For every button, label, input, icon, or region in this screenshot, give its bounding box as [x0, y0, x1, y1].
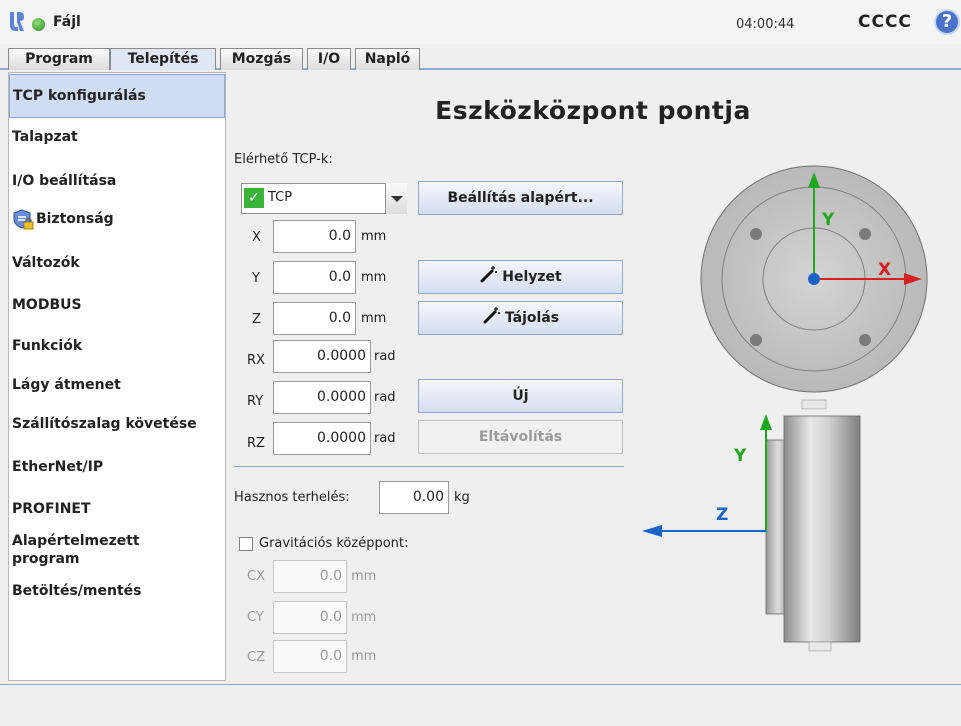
- top-bar: Fájl 04:00:44 CCCC ?: [0, 0, 961, 44]
- tcp-z-unit: mm: [361, 311, 387, 326]
- main-tabs: Program Telepítés Mozgás I/O Napló: [0, 48, 961, 70]
- sidebar-item-load-save[interactable]: Betöltés/mentés: [9, 583, 225, 599]
- payload-field[interactable]: 0.00: [379, 481, 449, 514]
- file-menu[interactable]: Fájl: [53, 14, 81, 30]
- tcp-select-value: TCP: [268, 190, 293, 205]
- tcp-x-field[interactable]: 0.0: [273, 220, 356, 253]
- sidebar-item-label: EtherNet/IP: [12, 459, 104, 475]
- tab-log[interactable]: Napló: [355, 48, 420, 70]
- position-button[interactable]: Helyzet: [418, 260, 623, 294]
- tcp-select[interactable]: ✓ TCP: [241, 183, 407, 214]
- sidebar-item-label: Biztonság: [36, 211, 114, 227]
- sidebar-item-smooth-transition[interactable]: Lágy átmenet: [9, 377, 225, 393]
- sidebar-item-conveyor-tracking[interactable]: Szállítószalag követése: [9, 416, 225, 432]
- cog-cx-unit: mm: [351, 569, 377, 584]
- cog-cx-field[interactable]: 0.0: [273, 560, 347, 593]
- cog-cz-field[interactable]: 0.0: [273, 640, 347, 673]
- sidebar-item-label: Szállítószalag követése: [12, 416, 197, 432]
- front-y-axis-label: Y: [821, 210, 835, 230]
- sidebar-item-label: I/O beállítása: [12, 173, 117, 189]
- section-divider: [234, 466, 624, 467]
- tcp-rz-field[interactable]: 0.0000: [273, 422, 371, 455]
- payload-label: Hasznos terhelés:: [234, 490, 350, 505]
- side-y-axis-label: Y: [733, 446, 747, 466]
- tcp-x-unit: mm: [361, 229, 387, 244]
- remove-tcp-button[interactable]: Eltávolítás: [418, 420, 623, 454]
- center-of-gravity-label: Gravitációs középpont:: [259, 536, 409, 551]
- sidebar-item-features[interactable]: Funkciók: [9, 338, 225, 354]
- cog-cy-label: CY: [247, 610, 264, 625]
- tcp-y-label: Y: [252, 271, 260, 286]
- tab-program[interactable]: Program: [8, 48, 110, 70]
- tcp-ry-label: RY: [247, 394, 264, 409]
- set-default-button[interactable]: Beállítás alapért...: [418, 181, 623, 215]
- sidebar-item-label: Változók: [12, 255, 80, 271]
- universal-robots-logo: [10, 12, 24, 31]
- sidebar-item-profinet[interactable]: PROFINET: [9, 501, 225, 517]
- sidebar-item-ethernet-ip[interactable]: EtherNet/IP: [9, 459, 225, 475]
- tab-installation[interactable]: Telepítés: [110, 48, 216, 70]
- tcp-y-field[interactable]: 0.0: [273, 261, 356, 294]
- available-tcps-label: Elérhető TCP-k:: [234, 152, 333, 167]
- sidebar-item-label: Talapzat: [12, 129, 78, 145]
- tcp-z-field[interactable]: 0.0: [273, 302, 356, 335]
- sidebar-item-label: MODBUS: [12, 297, 82, 313]
- center-of-gravity-checkbox[interactable]: [239, 537, 253, 551]
- tcp-z-label: Z: [252, 312, 261, 327]
- orientation-button[interactable]: Tájolás: [418, 301, 623, 335]
- chevron-down-icon[interactable]: [385, 183, 407, 214]
- magic-wand-icon: [483, 307, 500, 324]
- sidebar-item-label: Funkciók: [12, 338, 83, 354]
- orientation-button-label: Tájolás: [504, 310, 560, 326]
- tab-move[interactable]: Mozgás: [220, 48, 303, 70]
- tcp-rx-label: RX: [247, 353, 265, 368]
- sidebar-item-label: Betöltés/mentés: [12, 583, 142, 599]
- sidebar-item-tcp-configuration[interactable]: TCP konfigurálás: [9, 74, 225, 118]
- installation-sidebar: TCP konfigurálás Talapzat I/O beállítása…: [8, 72, 226, 681]
- tcp-y-unit: mm: [361, 270, 387, 285]
- cog-cz-unit: mm: [351, 649, 377, 664]
- tab-io[interactable]: I/O: [307, 48, 351, 70]
- tcp-rz-unit: rad: [374, 431, 396, 446]
- footer-bar: [0, 684, 961, 726]
- sidebar-item-default-program[interactable]: Alapértelmezett program: [9, 532, 159, 568]
- cog-cy-unit: mm: [351, 610, 377, 625]
- front-x-axis-label: X: [878, 260, 891, 280]
- cog-cy-field[interactable]: 0.0: [273, 601, 347, 634]
- sidebar-item-safety[interactable]: Biztonság: [9, 208, 225, 230]
- clock: 04:00:44: [736, 17, 795, 32]
- cog-cx-label: CX: [247, 569, 265, 584]
- payload-unit: kg: [454, 490, 470, 505]
- tool-flange-illustration: Y X Y Z: [642, 165, 928, 652]
- help-icon[interactable]: ?: [934, 9, 960, 35]
- tcp-ry-field[interactable]: 0.0000: [273, 381, 371, 414]
- new-tcp-button[interactable]: Új: [418, 379, 623, 413]
- running-status-icon: [32, 18, 45, 31]
- sidebar-item-variables[interactable]: Változók: [9, 255, 225, 271]
- sidebar-item-label: PROFINET: [12, 501, 91, 517]
- tcp-x-label: X: [252, 230, 261, 245]
- sidebar-item-io-setup[interactable]: I/O beállítása: [9, 173, 225, 189]
- check-icon: ✓: [244, 188, 264, 208]
- side-z-axis-label: Z: [716, 505, 728, 525]
- tcp-rx-unit: rad: [374, 349, 396, 364]
- safety-shield-lock-icon: [13, 209, 34, 230]
- page-title: Eszközközpont pontja: [435, 96, 751, 125]
- sidebar-item-label: Alapértelmezett program: [12, 533, 140, 567]
- sidebar-item-label: TCP konfigurálás: [13, 88, 146, 104]
- tcp-configuration-panel: Eszközközpont pontja Elérhető TCP-k: ✓ T…: [230, 72, 961, 684]
- tcp-ry-unit: rad: [374, 390, 396, 405]
- cog-cz-label: CZ: [247, 650, 265, 665]
- sidebar-item-label: Lágy átmenet: [12, 377, 121, 393]
- sidebar-item-modbus[interactable]: MODBUS: [9, 297, 225, 313]
- magic-wand-icon: [480, 266, 498, 283]
- sidebar-item-mounting[interactable]: Talapzat: [9, 129, 225, 145]
- robot-name: CCCC: [858, 12, 912, 32]
- tcp-rz-label: RZ: [247, 436, 265, 451]
- tcp-rx-field[interactable]: 0.0000: [273, 340, 371, 373]
- position-button-label: Helyzet: [502, 269, 562, 285]
